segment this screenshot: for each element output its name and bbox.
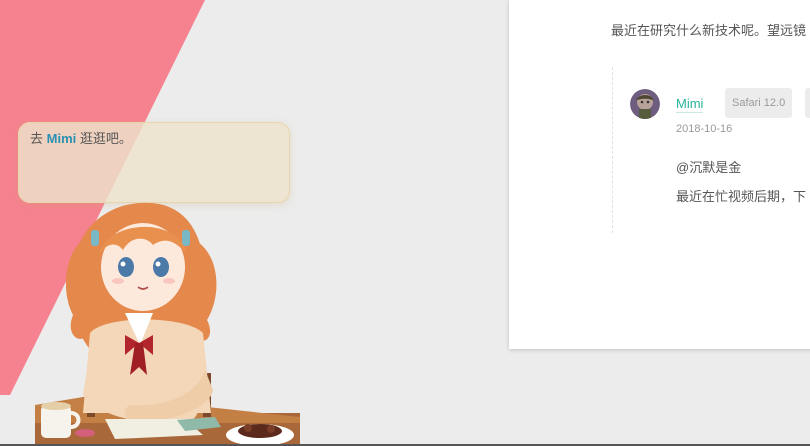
avatar-icon [630, 89, 660, 119]
mascot-tip-bubble: 去 Mimi 逛逛吧。 [18, 122, 290, 203]
tip-prefix: 去 [30, 131, 47, 146]
avatar[interactable] [630, 89, 660, 119]
mascot-girl-illustration[interactable] [35, 195, 300, 446]
os-badge [805, 88, 810, 118]
tip-user-link[interactable]: Mimi [47, 131, 77, 146]
comment-date: 2018-10-16 [676, 123, 733, 135]
comment-body: 最近在忙视频后期，下 [676, 189, 807, 204]
comment-author-link[interactable]: Mimi [676, 95, 704, 113]
comment-card: 最近在研究什么新技术呢。望远镜 Mimi Safari 12.0 2018-10… [509, 0, 810, 349]
tip-suffix: 逛逛吧。 [76, 131, 132, 146]
comment-mention[interactable]: @沉默是金 [676, 157, 741, 176]
parent-comment-text: 最近在研究什么新技术呢。望远镜 [611, 23, 807, 38]
browser-badge: Safari 12.0 [725, 88, 793, 118]
reply-thread-line [612, 67, 614, 233]
